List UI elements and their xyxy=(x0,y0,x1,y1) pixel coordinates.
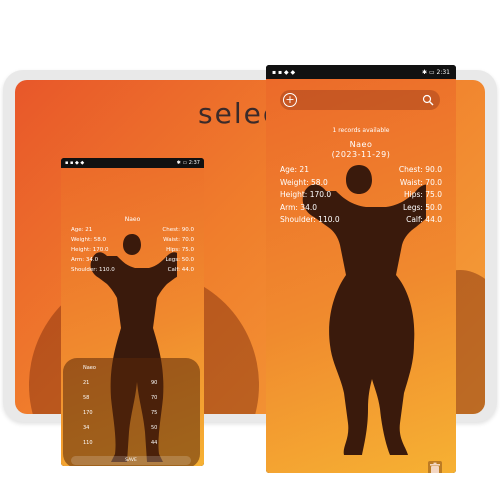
plus-icon[interactable]: + xyxy=(283,93,297,107)
right-phone: ▪ ▪ ◆ ◆ ✱ ▭ 2:31 + 1 records available N… xyxy=(266,65,456,473)
stat-left: Shoulder: 110.0 xyxy=(280,215,340,224)
stat-right: Waist: 70.0 xyxy=(399,177,442,187)
stat-right: Legs: 50.0 xyxy=(403,202,442,212)
stat-right: Hips: 75.0 xyxy=(403,190,442,199)
status-bar: ▪ ▪ ◆ ◆ ✱ ▭ 2:31 xyxy=(266,65,456,79)
stat-left: Height: 170.0 xyxy=(71,247,109,253)
stat-left: Arm: 34.0 xyxy=(71,257,99,263)
status-bar: ▪ ▪ ◆ ◆ ✱ ▭ 2:37 xyxy=(61,158,204,168)
panel-value: 44 xyxy=(151,440,158,446)
phone-screen: Naeo Age: 21 Weight: 58.0 Height: 170.0 Arm… xyxy=(61,168,204,466)
stat-right: Legs: 50.0 xyxy=(165,257,194,263)
save-button[interactable]: SAVE xyxy=(71,456,191,465)
search-icon[interactable] xyxy=(422,94,434,106)
phone-screen: + 1 records available Naeo (2023-11-29) … xyxy=(266,79,456,473)
stat-left: Arm: 34.0 xyxy=(280,202,317,212)
record-date: (2023-11-29) xyxy=(331,150,391,159)
stat-right: Calf: 44.0 xyxy=(406,215,442,224)
panel-value: 50 xyxy=(151,425,158,431)
stat-left: Age: 21 xyxy=(71,227,93,233)
panel-value: 21 xyxy=(83,380,90,386)
panel-value: 70 xyxy=(151,395,158,401)
stat-left: Weight: 58.0 xyxy=(71,237,107,243)
app-showcase: selec ▪ ▪ ◆ ◆ ✱ ▭ 2:37 Naeo Age: 21 Weigh… xyxy=(0,0,500,500)
trash-glyph xyxy=(430,462,440,473)
stat-left: Shoulder: 110.0 xyxy=(71,267,115,273)
status-left: ▪ ▪ ◆ ◆ xyxy=(272,68,296,76)
panel-value: 90 xyxy=(151,380,158,386)
edit-record-panel: Naeo 21 58 170 34 110 90 70 75 50 44 SAVE xyxy=(63,358,200,466)
status-right: ✱ ▭ 2:31 xyxy=(422,68,450,76)
panel-header: Naeo xyxy=(83,365,96,371)
search-bar[interactable]: + xyxy=(280,90,440,110)
left-phone: ▪ ▪ ◆ ◆ ✱ ▭ 2:37 Naeo Age: 21 Weight: 58.… xyxy=(61,158,204,466)
stat-left: Height: 170.0 xyxy=(280,190,332,199)
panel-value: 170 xyxy=(83,410,93,416)
panel-value: 58 xyxy=(83,395,90,401)
trash-icon[interactable] xyxy=(428,461,442,473)
stat-right: Waist: 70.0 xyxy=(163,237,194,243)
record-name: Naeo xyxy=(124,216,141,223)
panel-value: 75 xyxy=(151,410,158,416)
stat-left: Weight: 58.0 xyxy=(280,177,328,187)
status-right: ✱ ▭ 2:37 xyxy=(176,160,200,166)
stat-right: Calf: 44.0 xyxy=(167,267,194,273)
stat-left: Age: 21 xyxy=(280,165,309,174)
panel-value: 110 xyxy=(83,440,93,446)
panel-value: 34 xyxy=(83,425,90,431)
record-name: Naeo xyxy=(349,140,373,149)
stat-right: Chest: 90.0 xyxy=(398,165,442,174)
stat-right: Chest: 90.0 xyxy=(162,227,194,233)
records-count: 1 records available xyxy=(332,127,390,134)
stat-right: Hips: 75.0 xyxy=(166,247,194,253)
status-left: ▪ ▪ ◆ ◆ xyxy=(65,160,85,166)
